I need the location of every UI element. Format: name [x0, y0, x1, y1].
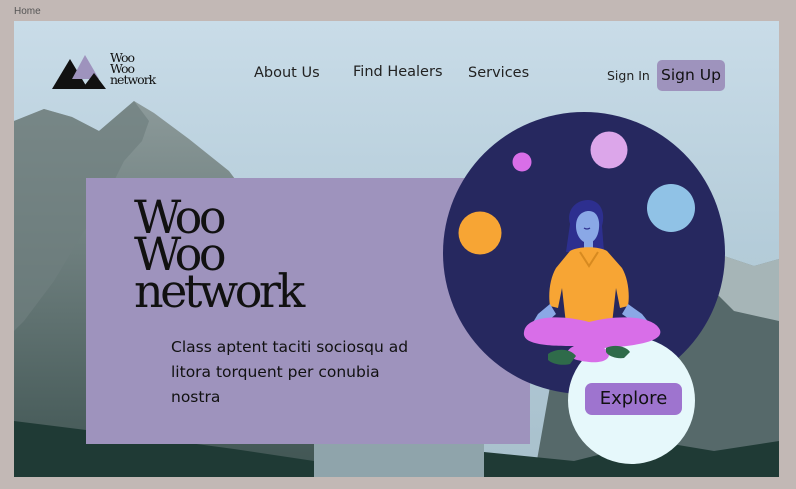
hero-title-line-3: network	[134, 264, 305, 318]
nav-link-services[interactable]: Services	[468, 65, 529, 81]
hero-description: Class aptent taciti sociosqu ad litora t…	[171, 338, 409, 406]
mountain-logo-icon	[52, 55, 106, 89]
page-viewport: Woo Woo network About Us Find Healers Se…	[14, 21, 779, 477]
sign-in-link[interactable]: Sign In	[607, 68, 650, 83]
explore-button[interactable]: Explore	[585, 383, 682, 415]
site-logo[interactable]: Woo Woo network	[52, 51, 162, 91]
browser-tab-label[interactable]: Home	[14, 6, 41, 17]
top-navigation: Woo Woo network About Us Find Healers Se…	[14, 21, 779, 121]
hero-title: Woo Woo network	[134, 194, 305, 318]
logo-wordmark: Woo Woo network	[110, 51, 156, 87]
logo-line-3: network	[110, 72, 156, 87]
meditating-person-illustration	[523, 200, 661, 365]
nav-link-find-healers[interactable]: Find Healers	[353, 64, 443, 80]
nav-link-about-us[interactable]: About Us	[254, 65, 320, 81]
sign-up-button[interactable]: Sign Up	[657, 60, 725, 91]
